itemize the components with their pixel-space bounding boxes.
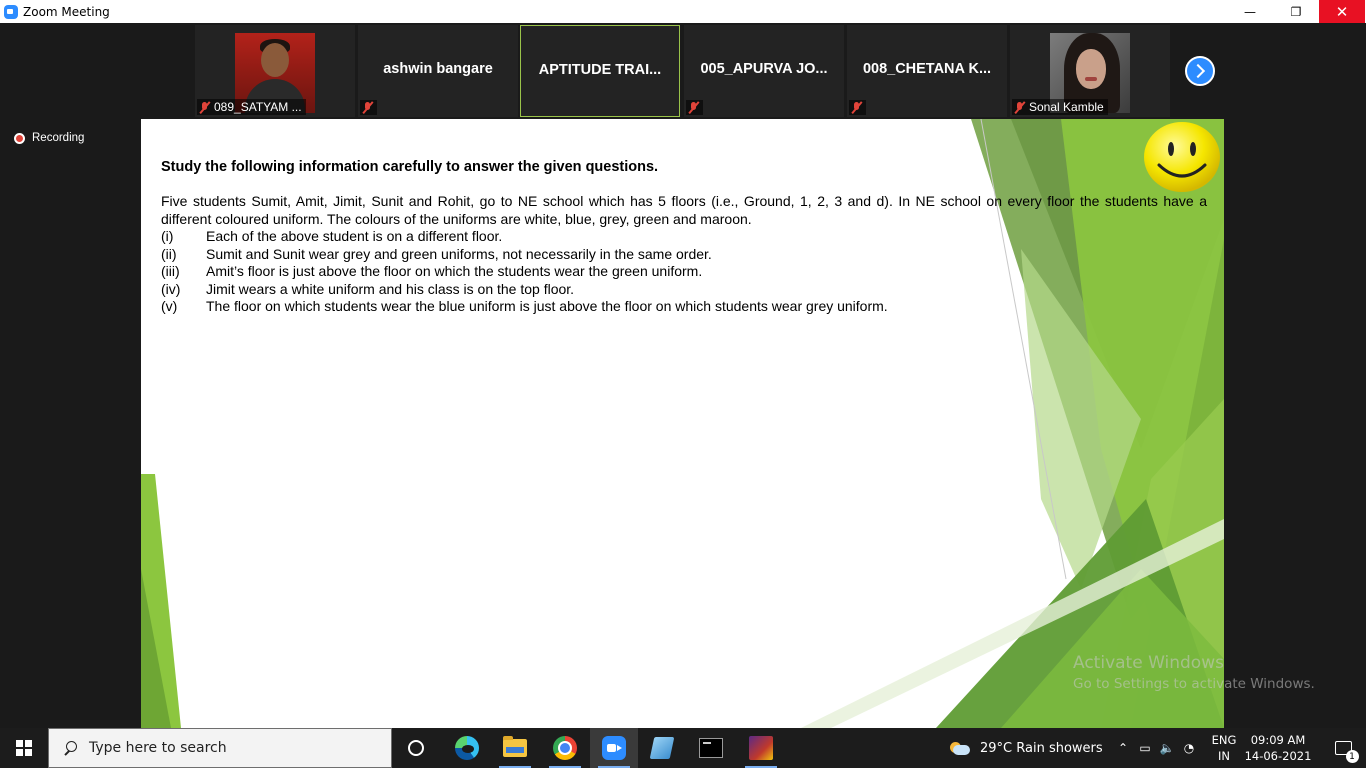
volume-icon[interactable]: 🔈 — [1156, 728, 1178, 768]
recording-indicator[interactable]: Recording — [14, 132, 84, 144]
participant-tile[interactable]: 089_SATYAM ... — [195, 25, 355, 117]
participant-tile-active-speaker[interactable]: APTITUDE TRAI... — [520, 25, 680, 117]
close-button[interactable]: ✕ — [1319, 0, 1365, 23]
battery-icon[interactable]: ▭ — [1134, 728, 1156, 768]
search-placeholder: Type here to search — [89, 740, 227, 756]
lang-line-1: ENG — [1211, 733, 1237, 747]
zoom-taskbar-button[interactable] — [590, 728, 638, 768]
list-item: (iii) Amit’s floor is just above the floo… — [161, 263, 1207, 281]
chevron-up-icon[interactable]: ⌃ — [1112, 728, 1134, 768]
file-explorer-icon — [503, 736, 527, 757]
game-button[interactable] — [737, 728, 785, 768]
shared-screen-slide: Study the following information carefull… — [141, 119, 1224, 728]
list-item: (v) The floor on which students wear the … — [161, 298, 1207, 316]
task-view-icon — [408, 740, 424, 756]
activate-windows-watermark: Activate Windows Go to Settings to activ… — [1073, 653, 1315, 692]
windows-logo-icon — [16, 740, 32, 756]
list-item-number: (i) — [161, 228, 174, 244]
minimize-button[interactable]: — — [1227, 0, 1273, 23]
notification-icon: 1 — [1334, 741, 1359, 763]
mic-muted-icon — [1014, 101, 1025, 114]
game-icon — [749, 736, 773, 760]
list-item: (i) Each of the above student is on a dif… — [161, 228, 1207, 246]
search-icon — [63, 741, 77, 755]
list-item-number: (v) — [161, 298, 178, 314]
participant-name: 005_APURVA JO... — [700, 61, 828, 77]
clue-list: (i) Each of the above student is on a dif… — [161, 228, 1207, 316]
window-title: Zoom Meeting — [23, 4, 110, 19]
participant-footer — [849, 100, 866, 115]
windows-taskbar: Type here to search 29°C Rain showers ⌃ … — [0, 728, 1366, 768]
list-item-number: (iv) — [161, 280, 181, 297]
participant-footer — [686, 100, 703, 115]
weather-text: 29°C Rain showers — [980, 740, 1103, 756]
cmd-icon — [699, 738, 723, 758]
zoom-meeting-screen: Zoom Meeting — ❐ ✕ 089_SATYAM ... ashwin… — [0, 0, 1366, 768]
notification-center-button[interactable]: 1 — [1320, 728, 1366, 768]
watermark-line-2: Go to Settings to activate Windows. — [1073, 676, 1315, 692]
list-item-text: The floor on which students wear the blu… — [206, 298, 888, 314]
watermark-line-1: Activate Windows — [1073, 653, 1224, 673]
notification-badge: 1 — [1345, 750, 1359, 763]
chrome-icon — [553, 736, 577, 760]
participant-name: 008_CHETANA K... — [862, 61, 992, 77]
mic-muted-icon — [688, 101, 699, 114]
zoom-icon — [602, 736, 626, 760]
weather-widget[interactable]: 29°C Rain showers — [948, 728, 1103, 768]
participant-tile[interactable]: 008_CHETANA K... — [847, 25, 1007, 117]
next-page-arrow-icon[interactable] — [1185, 56, 1215, 86]
task-view-button[interactable] — [392, 728, 440, 768]
edge-icon — [455, 736, 479, 760]
chrome-button[interactable] — [541, 728, 589, 768]
cmd-button[interactable] — [687, 728, 735, 768]
title-bar: Zoom Meeting — ❐ ✕ — [0, 0, 1366, 23]
file-explorer-button[interactable] — [491, 728, 539, 768]
participant-tile[interactable]: 005_APURVA JO... — [684, 25, 844, 117]
notepad-icon — [649, 737, 675, 759]
participant-strip: 089_SATYAM ... ashwin bangare APTITUDE T… — [0, 23, 1366, 119]
mic-muted-icon — [362, 101, 373, 114]
mic-muted-icon — [851, 101, 862, 114]
slide-heading: Study the following information carefull… — [161, 159, 659, 175]
participant-name: APTITUDE TRAI... — [538, 62, 662, 78]
slide-text: Study the following information carefull… — [161, 159, 1207, 316]
list-item: (iv) Jimit wears a white uniform and his … — [161, 281, 1207, 299]
list-item-number: (iii) — [161, 263, 180, 279]
notepad-button[interactable] — [638, 728, 686, 768]
slide-paragraph: Five students Sumit, Amit, Jimit, Sunit … — [161, 193, 1207, 227]
edge-button[interactable] — [443, 728, 491, 768]
list-item-text: Each of the above student is on a differ… — [206, 228, 503, 244]
participant-name: 089_SATYAM ... — [214, 100, 302, 114]
zoom-app-icon — [4, 4, 18, 19]
system-tray: ⌃ ▭ 🔈 ◔ — [1112, 728, 1200, 768]
input-language[interactable]: ENG IN — [1208, 732, 1240, 764]
list-item: (ii) Sumit and Sunit wear grey and green … — [161, 246, 1207, 264]
taskbar-search-box[interactable]: Type here to search — [48, 728, 392, 768]
participant-footer — [360, 100, 377, 115]
participant-tile[interactable]: Sonal Kamble — [1010, 25, 1170, 117]
list-item-text: Amit’s floor is just above the floor on … — [206, 263, 703, 279]
restore-button[interactable]: ❐ — [1273, 0, 1319, 23]
wifi-icon[interactable]: ◔ — [1178, 728, 1200, 768]
mic-muted-icon — [199, 101, 210, 114]
start-button[interactable] — [0, 728, 48, 768]
participant-footer: Sonal Kamble — [1012, 99, 1108, 115]
rain-cloud-icon — [948, 741, 970, 755]
participant-tile[interactable]: ashwin bangare — [358, 25, 518, 117]
list-item-text: Jimit wears a white uniform and his clas… — [206, 280, 575, 297]
list-item-text: Sumit and Sunit wear grey and green unif… — [206, 245, 712, 262]
recording-icon — [14, 132, 25, 144]
participant-name: ashwin bangare — [383, 61, 493, 77]
recording-label: Recording — [32, 132, 85, 144]
taskbar-clock[interactable]: 09:09 AM 14-06-2021 — [1244, 732, 1312, 764]
clock-date: 14-06-2021 — [1244, 749, 1312, 763]
participant-footer: 089_SATYAM ... — [197, 99, 306, 115]
clock-time: 09:09 AM — [1250, 733, 1306, 747]
list-item-number: (ii) — [161, 245, 177, 262]
lang-line-2: IN — [1218, 749, 1230, 763]
participant-name: Sonal Kamble — [1029, 100, 1104, 114]
